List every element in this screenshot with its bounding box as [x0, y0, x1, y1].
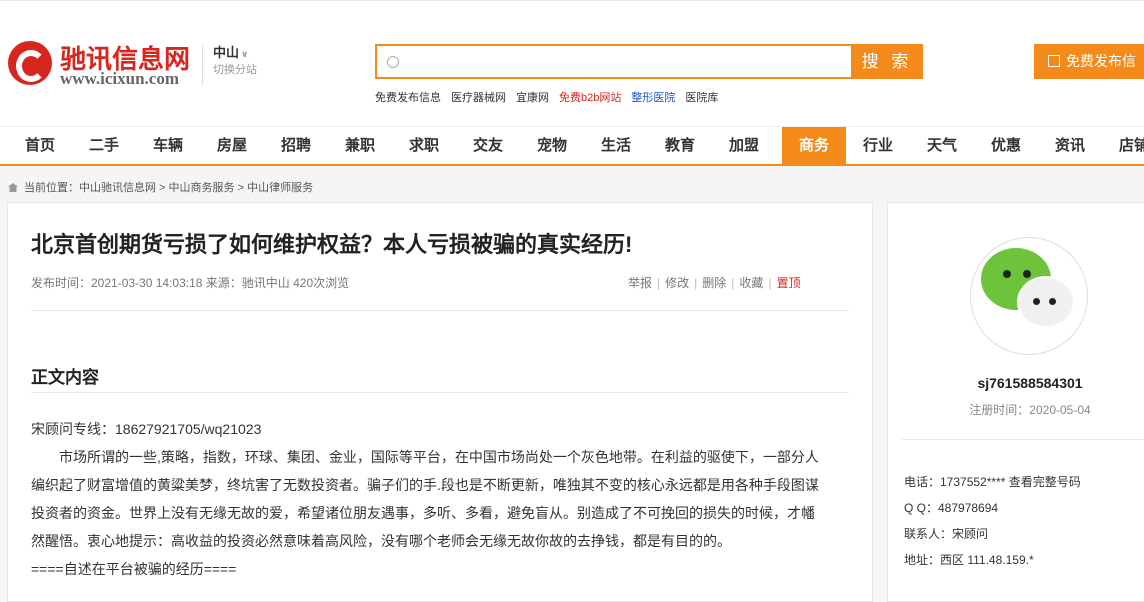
body-line: 投资者的资金。世界上没有无缘无故的爱，希望诸位朋友遇事，多听、多看，避免盲从。别…: [31, 505, 815, 521]
main-nav: 首页 二手 车辆 房屋 招聘 兼职 求职 交友 宠物 生活 教育 加盟 商务 行业 天气 优惠 资讯 店铺: [0, 126, 1144, 166]
body-line: 编织起了财富增值的黄粱美梦，终坑害了无数投资者。骗子们的手.段也是不断更新，唯独…: [31, 477, 819, 493]
nav-item[interactable]: 招聘: [264, 127, 328, 165]
city-selector[interactable]: 中山 ∨ 切换分站: [202, 45, 257, 85]
nav-item[interactable]: 行业: [846, 127, 910, 165]
nav-item[interactable]: 宠物: [520, 127, 584, 165]
search-icon: [387, 56, 399, 68]
edit-link[interactable]: 修改: [665, 276, 689, 290]
divider: [31, 392, 849, 393]
poster-username: sj761588584301: [977, 375, 1083, 391]
chevron-down-icon: ∨: [241, 49, 249, 59]
article-actions: 举报 | 修改 | 删除 | 收藏 | 置顶: [628, 274, 801, 291]
separator: |: [694, 276, 698, 290]
hot-link[interactable]: 医疗器械网: [451, 92, 506, 104]
nav-item[interactable]: 商务: [782, 127, 846, 165]
breadcrumb-text: 当前位置：中山驰讯信息网 > 中山商务服务 > 中山律师服务: [24, 182, 314, 194]
divider: [31, 310, 849, 311]
nav-item[interactable]: 生活: [584, 127, 648, 165]
contact-person: 联系人：宋顾问: [904, 527, 989, 541]
logo-url: www.icixun.com: [60, 69, 179, 88]
search-box: 搜 索: [375, 44, 923, 79]
hot-links: 免费发布信息 医疗器械网 宜康网 免费b2b网站 整形医院 医院库: [375, 89, 728, 105]
site-header: 驰讯信息网 www.icixun.com 中山 ∨ 切换分站 搜 索 免费发布信息…: [0, 0, 1144, 126]
article-title: 北京首创期货亏损了如何维护权益？本人亏损被骗的真实经历!: [31, 232, 633, 257]
separator: |: [731, 276, 735, 290]
nav-item[interactable]: 车辆: [136, 127, 200, 165]
city-name: 中山: [213, 45, 240, 60]
qq-text: Q Q：487978694: [904, 501, 999, 515]
breadcrumb: 当前位置：中山驰讯信息网 > 中山商务服务 > 中山律师服务: [8, 179, 313, 195]
body-line: ====自述在平台被骗的经历====: [31, 561, 237, 577]
divider: [902, 439, 1144, 440]
post-free-label: 免费发布信: [1066, 53, 1136, 69]
article-meta: 发布时间：2021-03-30 14:03:18 来源：驰讯中山 420次浏览: [31, 276, 350, 290]
separator: |: [768, 276, 772, 290]
hot-link[interactable]: 免费发布信息: [375, 92, 441, 104]
nav-item[interactable]: 加盟: [712, 127, 776, 165]
article-body: 宋顾问专线：18627921705/wq21023 市场所谓的一些,策略，指数，…: [31, 415, 851, 583]
eye-dot: [1033, 298, 1040, 305]
separator: |: [657, 276, 661, 290]
eye-dot: [1049, 298, 1056, 305]
phone-text: 电话：1737552****: [904, 475, 1006, 489]
eye-dot: [1003, 270, 1011, 278]
logo-mark-icon: [8, 41, 52, 85]
poster-sidebar: sj761588584301 注册时间：2020-05-04 电话：173755…: [887, 202, 1144, 602]
hotline-text: 宋顾问专线：18627921705/wq21023: [31, 421, 262, 437]
body-line: 然醒悟。衷心地提示：高收益的投资必然意味着高风险，没有哪个老师会无缘无故你故的去…: [31, 533, 731, 549]
favorite-link[interactable]: 收藏: [739, 276, 763, 290]
search-input[interactable]: [407, 46, 847, 77]
pin-link[interactable]: 置顶: [777, 276, 801, 290]
post-free-button[interactable]: 免费发布信: [1034, 44, 1144, 79]
register-time: 注册时间：2020-05-04: [969, 403, 1091, 417]
nav-item[interactable]: 优惠: [974, 127, 1038, 165]
address-text: 地址：西区 111.48.159.*: [904, 553, 1034, 567]
nav-item[interactable]: 天气: [910, 127, 974, 165]
city-switch-link[interactable]: 切换分站: [213, 62, 257, 78]
nav-item[interactable]: 交友: [456, 127, 520, 165]
eye-dot: [1023, 270, 1031, 278]
section-heading: 正文内容: [31, 368, 99, 387]
body-line: 市场所谓的一些,策略，指数，环球、集团、金业，国际等平台，在中国市场尚处一个灰色…: [59, 449, 819, 465]
hot-link[interactable]: 整形医院: [631, 92, 675, 104]
avatar: [970, 237, 1088, 355]
chat-bubble-icon: [1017, 276, 1075, 328]
hot-link[interactable]: 免费b2b网站: [559, 92, 621, 104]
nav-item[interactable]: 房屋: [200, 127, 264, 165]
view-full-number-link[interactable]: 查看完整号码: [1009, 475, 1081, 489]
hot-link[interactable]: 宜康网: [516, 92, 549, 104]
nav-item[interactable]: 求职: [392, 127, 456, 165]
article-panel: 北京首创期货亏损了如何维护权益？本人亏损被骗的真实经历! 发布时间：2021-0…: [7, 202, 873, 602]
site-logo[interactable]: 驰讯信息网 www.icixun.com: [8, 39, 198, 93]
nav-item[interactable]: 教育: [648, 127, 712, 165]
delete-link[interactable]: 删除: [702, 276, 726, 290]
hot-link[interactable]: 医院库: [685, 92, 718, 104]
nav-item[interactable]: 二手: [72, 127, 136, 165]
nav-item[interactable]: 首页: [8, 127, 72, 165]
contact-info: 电话：1737552**** 查看完整号码 Q Q：487978694 联系人：…: [904, 469, 1081, 573]
nav-item[interactable]: 兼职: [328, 127, 392, 165]
nav-item[interactable]: 资讯: [1038, 127, 1102, 165]
edit-icon: [1048, 55, 1060, 67]
home-icon: [8, 183, 18, 192]
search-button[interactable]: 搜 索: [851, 44, 923, 79]
report-link[interactable]: 举报: [628, 276, 652, 290]
nav-item[interactable]: 店铺: [1102, 127, 1144, 165]
